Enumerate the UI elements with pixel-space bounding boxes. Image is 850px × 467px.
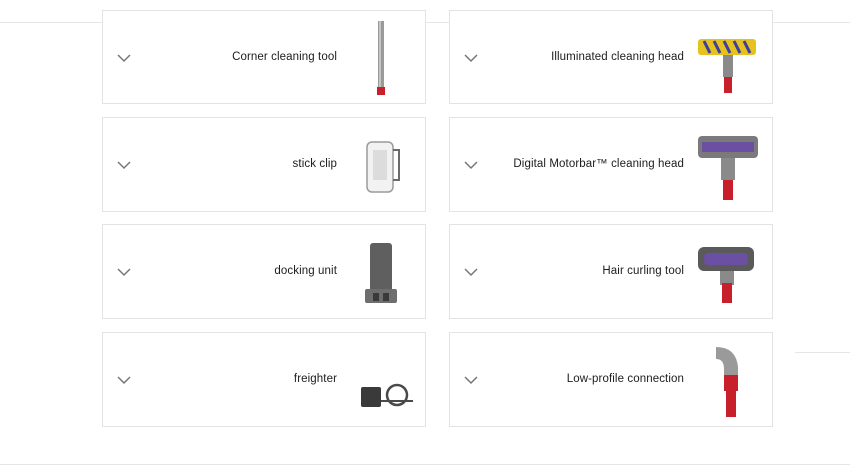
chevron-down-icon [464,268,478,277]
chevron-down-icon [464,54,478,63]
side-divider [795,352,850,353]
corner-cleaning-tool-image [377,21,385,95]
chevron-down-icon [464,161,478,170]
chevron-down-icon [464,376,478,385]
freighter-image [361,383,413,407]
chevron-down-icon [117,54,131,63]
docking-unit-image [365,243,397,303]
accessory-card-corner-cleaning-tool[interactable]: Corner cleaning tool [102,10,426,104]
accessory-card-freighter[interactable]: freighter [102,332,426,427]
hair-curling-tool-image [698,247,754,303]
illuminated-cleaning-head-image [698,39,756,93]
bottom-divider [0,464,850,465]
digital-motorbar-cleaning-head-image [698,136,758,200]
accessory-label: freighter [293,373,337,385]
accessory-label: Digital Motorbar™ cleaning head [513,158,684,170]
accessory-card-digital-motorbar-cleaning-head[interactable]: Digital Motorbar™ cleaning head [449,117,773,212]
accessory-label: Illuminated cleaning head [551,51,684,63]
accessory-label: Hair curling tool [602,265,684,277]
accessory-label: Low-profile connection [566,373,684,385]
chevron-down-icon [117,376,131,385]
accessory-card-low-profile-connection[interactable]: Low-profile connection [449,332,773,427]
accessory-card-hair-curling-tool[interactable]: Hair curling tool [449,224,773,319]
chevron-down-icon [117,161,131,170]
accessory-label: docking unit [274,265,337,277]
chevron-down-icon [117,268,131,277]
stick-clip-image [366,141,400,193]
low-profile-connection-image [716,347,738,417]
accessory-card-stick-clip[interactable]: stick clip [102,117,426,212]
accessory-card-illuminated-cleaning-head[interactable]: Illuminated cleaning head [449,10,773,104]
accessory-label: stick clip [292,158,337,170]
accessory-card-docking-unit[interactable]: docking unit [102,224,426,319]
accessory-label: Corner cleaning tool [232,51,337,63]
